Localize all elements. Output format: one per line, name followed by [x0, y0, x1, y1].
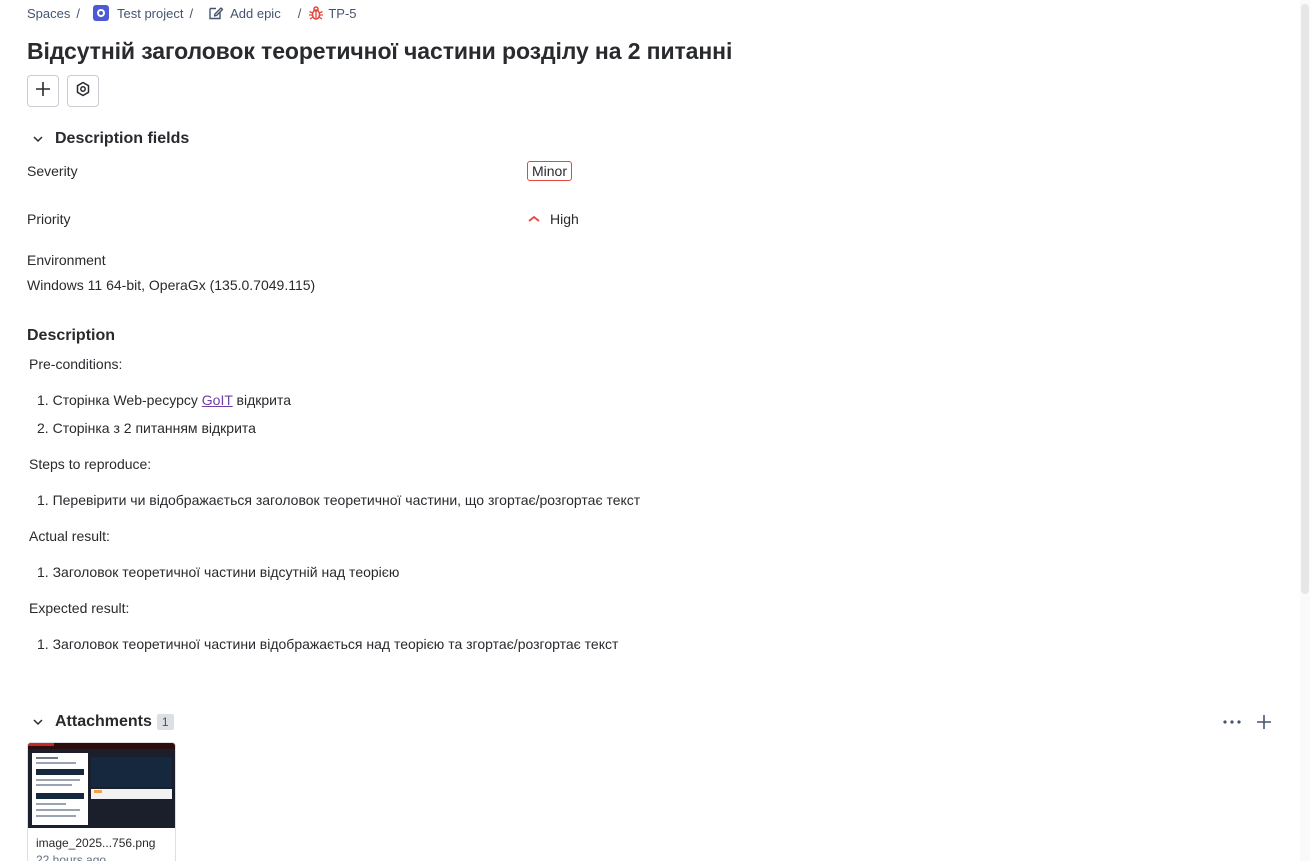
attachment-name: image_2025...756.png [36, 836, 156, 850]
list-number: 1. [37, 564, 49, 580]
attachment-thumbnail [28, 743, 175, 828]
breadcrumb-spaces[interactable]: Spaces [27, 6, 70, 21]
breadcrumb-add-epic[interactable]: Add epic [208, 5, 281, 21]
breadcrumb: Spaces / Test project / Add epic / TP-5 [27, 4, 357, 22]
breadcrumb-issue-key[interactable]: TP-5 [308, 5, 357, 21]
list-text: Сторінка з 2 питанням відкрита [52, 420, 256, 436]
edit-icon [208, 5, 224, 21]
priority-field[interactable]: High [527, 211, 579, 227]
priority-value: High [550, 211, 579, 227]
breadcrumb-issue-key-label: TP-5 [328, 5, 357, 21]
list-number: 1. [37, 492, 49, 508]
plus-icon [35, 81, 51, 102]
breadcrumb-add-epic-label: Add epic [230, 5, 281, 21]
bug-icon [308, 5, 324, 21]
breadcrumb-project-label: Test project [117, 5, 184, 21]
attachments-count-badge: 1 [156, 714, 174, 730]
breadcrumb-separator: / [189, 5, 194, 21]
preconditions-label: Pre-conditions: [29, 356, 123, 372]
project-icon [93, 5, 109, 21]
attachments-heading: Attachments [55, 713, 152, 730]
breadcrumb-separator: / [297, 5, 302, 21]
expected-result-label: Expected result: [29, 600, 130, 616]
more-actions-icon[interactable] [1222, 712, 1242, 732]
attachments-actions [1222, 712, 1274, 732]
environment-label: Environment [27, 252, 106, 268]
list-text: Перевірити чи відображається заголовок т… [52, 492, 641, 508]
priority-high-icon [527, 214, 541, 224]
attachments-header[interactable]: Attachments 1 [27, 712, 174, 732]
list-number: 1. [37, 392, 49, 408]
list-item: 2. Сторінка з 2 питанням відкрита [37, 420, 256, 436]
severity-field[interactable]: Minor [527, 161, 573, 181]
severity-label: Severity [27, 163, 78, 179]
add-button[interactable] [27, 75, 59, 107]
list-text: Сторінка Web-ресурсу [52, 392, 202, 408]
description-fields-header[interactable]: Description fields [27, 129, 189, 149]
list-text: Заголовок теоретичної частини відсутній … [52, 564, 400, 580]
list-number: 2. [37, 420, 49, 436]
list-item: 1. Заголовок теоретичної частини відобра… [37, 636, 618, 652]
issue-page: Spaces / Test project / Add epic / TP-5 … [0, 0, 1310, 861]
steps-label: Steps to reproduce: [29, 456, 152, 472]
list-item: 1. Заголовок теоретичної частини відсутн… [37, 564, 399, 580]
scrollbar-track[interactable] [1300, 0, 1310, 861]
breadcrumb-separator: / [76, 5, 80, 21]
severity-tag: Minor [527, 161, 573, 181]
actual-result-label: Actual result: [29, 528, 110, 544]
breadcrumb-project[interactable]: Test project [93, 5, 183, 21]
attachment-time: 22 hours ago [36, 853, 107, 861]
list-text: Заголовок теоретичної частини відображає… [52, 636, 619, 652]
description-fields-heading: Description fields [55, 130, 190, 147]
description-heading: Description [27, 327, 116, 344]
hexagon-gear-icon [75, 81, 91, 102]
list-item: 1. Перевірити чи відображається заголово… [37, 492, 640, 508]
list-text: відкрита [232, 392, 292, 408]
list-number: 1. [37, 636, 49, 652]
add-attachment-icon[interactable] [1254, 712, 1274, 732]
scrollbar-thumb[interactable] [1301, 4, 1309, 594]
priority-label: Priority [27, 211, 71, 227]
chevron-down-icon[interactable] [27, 712, 51, 732]
attachment-card[interactable]: image_2025...756.png 22 hours ago [27, 742, 176, 861]
issue-title[interactable]: Відсутній заголовок теоретичної частини … [27, 38, 732, 65]
goit-link[interactable]: GoIT [202, 392, 233, 408]
list-item: 1. Сторінка Web-ресурсу GoIT відкрита [37, 392, 291, 408]
environment-value[interactable]: Windows 11 64-bit, OperaGx (135.0.7049.1… [27, 277, 315, 293]
apps-button[interactable] [67, 75, 99, 107]
chevron-down-icon[interactable] [27, 129, 51, 149]
breadcrumb-spaces-label: Spaces [27, 5, 71, 21]
